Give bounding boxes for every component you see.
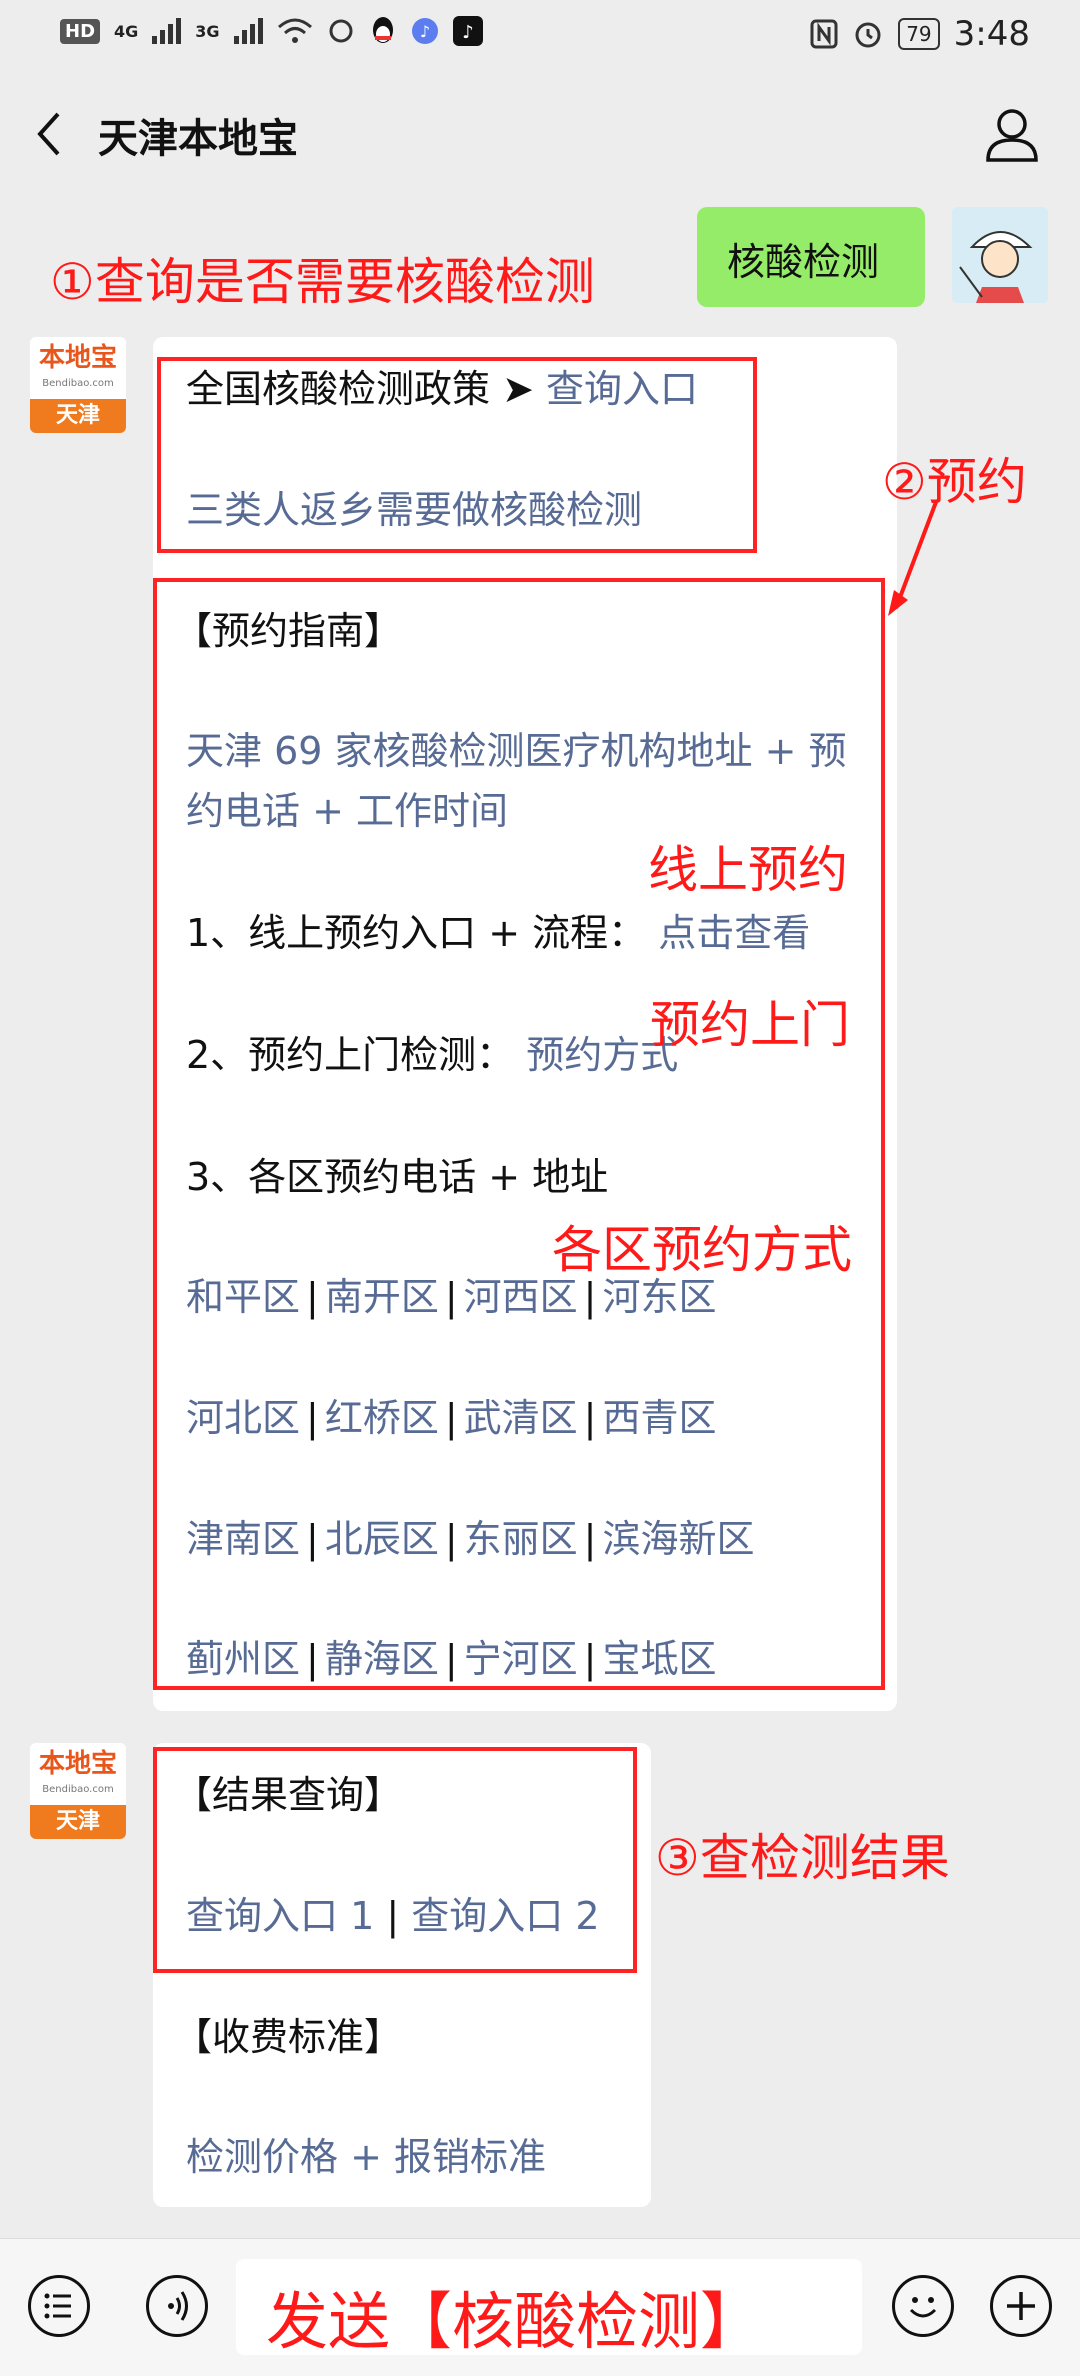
annotation-query: ①查询是否需要核酸检测: [50, 253, 595, 311]
user-icon[interactable]: [984, 104, 1040, 164]
result-title: 【结果查询】: [174, 1773, 403, 1817]
svg-text:♪: ♪: [462, 22, 474, 43]
message-input[interactable]: 发送【核酸检测】: [236, 2259, 862, 2358]
guide-title: 【预约指南】: [174, 609, 403, 653]
separator: |: [306, 1517, 319, 1561]
district-link[interactable]: 西青区: [602, 1396, 716, 1440]
annotation-send: 发送【核酸检测】: [266, 2285, 763, 2358]
bot-avatar-2[interactable]: 本地宝 Bendibao.com 天津: [30, 1743, 126, 1839]
district-link[interactable]: 滨海新区: [602, 1517, 754, 1561]
signal-icon-2: [233, 18, 263, 44]
bottom-input-bar: 发送【核酸检测】: [0, 2238, 1080, 2376]
separator: |: [444, 1275, 458, 1319]
policy-label: 全国核酸检测政策 ➤: [186, 367, 534, 411]
annotation-result: ③查检测结果: [655, 1829, 950, 1887]
district-link[interactable]: 静海区: [325, 1637, 439, 1681]
emoji-icon[interactable]: [892, 2275, 954, 2337]
arrow-icon: [888, 501, 938, 616]
separator: |: [583, 1637, 597, 1681]
alarm-icon: [855, 22, 881, 48]
user-avatar[interactable]: [952, 207, 1048, 303]
wifi-icon: [277, 18, 312, 43]
separator: |: [583, 1396, 597, 1440]
policy-query-link[interactable]: 查询入口: [546, 367, 698, 411]
online-line: 1、线上预约入口 + 流程： 点击查看: [186, 906, 810, 960]
nfc-icon: [810, 19, 838, 49]
district-row: 津南区 | 北辰区 | 东丽区 | 滨海新区: [186, 1512, 755, 1566]
music-app-icon: ♪: [411, 18, 438, 44]
district-link[interactable]: 蓟州区: [186, 1637, 300, 1681]
status-right: 79 3:48: [810, 14, 1030, 54]
result-query-link-1[interactable]: 查询入口 1: [186, 1894, 374, 1938]
separator: |: [583, 1517, 597, 1561]
district-link[interactable]: 南开区: [325, 1275, 439, 1319]
separator: |: [386, 1894, 400, 1938]
district-link[interactable]: 武清区: [464, 1396, 578, 1440]
network-4g: 4G: [114, 21, 139, 41]
district-link[interactable]: 东丽区: [464, 1517, 578, 1561]
chat-title: 天津本地宝: [98, 116, 298, 162]
chevron-left-icon[interactable]: [30, 108, 70, 160]
district-row: 河北区 | 红桥区 | 武清区 | 西青区: [186, 1391, 717, 1445]
clock: 3:48: [953, 14, 1030, 54]
return-home-link[interactable]: 三类人返乡需要做核酸检测: [186, 483, 642, 537]
separator: |: [444, 1517, 458, 1561]
battery-indicator: 79: [898, 18, 940, 50]
hd-badge: HD: [60, 18, 101, 44]
district-link[interactable]: 北辰区: [325, 1517, 439, 1561]
district-link[interactable]: 和平区: [186, 1275, 300, 1319]
door-line: 2、预约上门检测： 预约方式: [186, 1028, 678, 1082]
avatar-domain: Bendibao.com: [42, 378, 114, 389]
district-link[interactable]: 河北区: [186, 1396, 300, 1440]
network-3g: 3G: [195, 21, 220, 41]
separator: |: [306, 1637, 319, 1681]
status-bar: HD 4G 3G ♪ ♪ 79 3:48: [0, 0, 1080, 76]
district-link[interactable]: 红桥区: [325, 1396, 439, 1440]
svg-text:♪: ♪: [419, 22, 429, 41]
status-left: HD 4G 3G ♪ ♪: [60, 16, 483, 46]
district-row: 蓟州区 | 静海区 | 宁河区 | 宝坻区: [186, 1632, 717, 1686]
avatar-logo-text: 本地宝: [38, 343, 117, 373]
district-label: 3、各区预约电话 + 地址: [186, 1155, 609, 1199]
sync-icon: [329, 19, 353, 43]
district-link[interactable]: 津南区: [186, 1517, 300, 1561]
door-label: 2、预约上门检测：: [186, 1033, 515, 1077]
district-link[interactable]: 宁河区: [464, 1637, 578, 1681]
signal-icon: [152, 18, 182, 44]
list-icon[interactable]: [28, 2275, 90, 2337]
fee-title: 【收费标准】: [174, 2015, 403, 2059]
separator: |: [306, 1396, 319, 1440]
result-links: 查询入口 1 | 查询入口 2: [186, 1889, 600, 1943]
result-query-link-2[interactable]: 查询入口 2: [411, 1894, 599, 1938]
avatar-city: 天津: [30, 399, 126, 433]
title-bar: 天津本地宝: [0, 76, 1080, 194]
avatar-domain-2: Bendibao.com: [42, 1784, 114, 1795]
avatar-city-2: 天津: [30, 1805, 126, 1839]
institutions-link[interactable]: 天津 69 家核酸检测医疗机构地址 + 预 约电话 + 工作时间: [186, 724, 847, 838]
policy-line: 全国核酸检测政策 ➤ 查询入口: [186, 362, 698, 416]
annotation-district: 各区预约方式: [552, 1221, 852, 1279]
district-link[interactable]: 宝坻区: [602, 1637, 716, 1681]
plus-icon[interactable]: [990, 2275, 1052, 2337]
user-message-bubble[interactable]: 核酸检测: [697, 207, 925, 307]
online-label: 1、线上预约入口 + 流程：: [186, 911, 647, 955]
online-view-link[interactable]: 点击查看: [658, 911, 810, 955]
separator: |: [306, 1275, 319, 1319]
user-message-text: 核酸检测: [727, 240, 880, 284]
avatar-logo-text-2: 本地宝: [38, 1749, 117, 1779]
qq-icon: [372, 17, 393, 43]
bot-avatar[interactable]: 本地宝 Bendibao.com 天津: [30, 337, 126, 433]
tiktok-icon: ♪: [452, 16, 483, 46]
fee-link[interactable]: 检测价格 + 报销标准: [186, 2130, 546, 2184]
annotation-online: 线上预约: [648, 841, 848, 899]
voice-icon[interactable]: [146, 2275, 208, 2337]
institutions-link-line1: 天津 69 家核酸检测医疗机构地址 + 预: [186, 729, 847, 773]
avatar-illustration: [952, 207, 1048, 303]
separator: |: [444, 1637, 458, 1681]
annotation-door: 预约上门: [650, 996, 850, 1054]
separator: |: [444, 1396, 458, 1440]
